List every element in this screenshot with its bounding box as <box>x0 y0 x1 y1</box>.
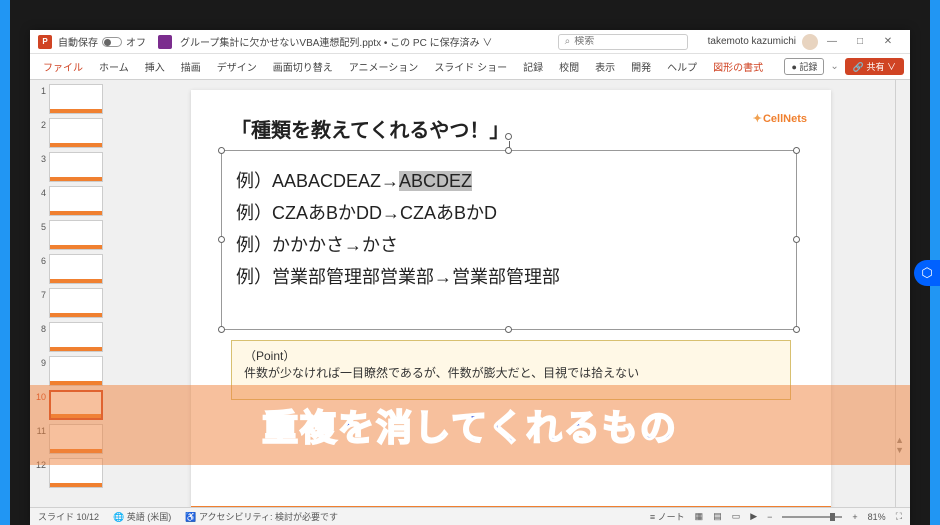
dropbox-badge[interactable]: ⬡ <box>914 260 940 286</box>
example-line[interactable]: 例）かかかさ→かさ <box>236 231 782 257</box>
zoom-in-button[interactable]: + <box>852 512 857 522</box>
share-button[interactable]: 🔗 共有 ∨ <box>845 58 904 75</box>
slide-position[interactable]: スライド 10/12 <box>38 510 99 523</box>
ribbon-tab[interactable]: 開発 <box>624 56 658 77</box>
resize-handle[interactable] <box>793 326 800 333</box>
slide-thumbnail[interactable]: 2 <box>32 118 110 148</box>
example-line[interactable]: 例）AABACDEAZ→ABCDEZ <box>236 167 782 193</box>
fit-window-icon[interactable]: ⛶ <box>896 511 902 522</box>
powerpoint-icon: P <box>38 35 52 49</box>
zoom-slider[interactable] <box>782 516 842 518</box>
resize-handle[interactable] <box>793 236 800 243</box>
titlebar: P 自動保存 オフ グループ集計に欠かせないVBA連想配列.pptx • この … <box>30 30 910 54</box>
autosave-label: 自動保存 <box>58 34 98 49</box>
ribbon-tab[interactable]: スライド ショー <box>427 56 514 77</box>
resize-handle[interactable] <box>793 147 800 154</box>
resize-handle[interactable] <box>218 147 225 154</box>
ribbon-tab[interactable]: 表示 <box>588 56 622 77</box>
ribbon-tab[interactable]: 画面切り替え <box>266 56 340 77</box>
slide-thumbnail[interactable]: 4 <box>32 186 110 216</box>
view-slideshow-icon[interactable]: ▶ <box>750 511 757 522</box>
ribbon-tab[interactable]: ファイル <box>36 56 90 77</box>
ribbon-tab[interactable]: デザイン <box>210 56 264 77</box>
resize-handle[interactable] <box>505 326 512 333</box>
ribbon-tab[interactable]: ホーム <box>92 56 136 77</box>
slide-thumbnail[interactable]: 3 <box>32 152 110 182</box>
rotate-handle-icon[interactable] <box>505 133 512 140</box>
avatar[interactable] <box>802 34 818 50</box>
ribbon-tab[interactable]: 校閲 <box>552 56 586 77</box>
view-sorter-icon[interactable]: ▤ <box>713 511 722 522</box>
slide-thumbnail[interactable]: 5 <box>32 220 110 250</box>
resize-handle[interactable] <box>218 326 225 333</box>
caption-text: 重複を消してくれるもの <box>262 399 678 451</box>
minimize-button[interactable]: — <box>818 30 846 53</box>
toggle-switch-icon[interactable] <box>102 37 122 47</box>
zoom-out-button[interactable]: − <box>767 512 772 522</box>
slide-title: 「種類を教えてくれるやつ！」 <box>231 114 509 143</box>
slide-footer-bar <box>191 506 831 507</box>
record-button[interactable]: ● 記録 <box>784 58 824 75</box>
logo: CellNets <box>753 112 807 125</box>
qat-icon[interactable] <box>158 35 172 49</box>
resize-handle[interactable] <box>218 236 225 243</box>
slide-thumbnail[interactable]: 1 <box>32 84 110 114</box>
document-title[interactable]: グループ集計に欠かせないVBA連想配列.pptx • この PC に保存済み ∨ <box>176 34 538 49</box>
resize-handle[interactable] <box>505 147 512 154</box>
close-button[interactable]: ✕ <box>874 30 902 53</box>
ribbon-tab[interactable]: 図形の書式 <box>706 56 770 77</box>
ribbon-tabs: ファイルホーム挿入描画デザイン画面切り替えアニメーションスライド ショー記録校閲… <box>30 54 910 80</box>
video-caption-overlay: 重複を消してくれるもの <box>30 385 910 465</box>
slide-thumbnail[interactable]: 7 <box>32 288 110 318</box>
view-reading-icon[interactable]: ▭ <box>732 511 741 522</box>
example-line[interactable]: 例）CZAあBかDD→CZAあBかD <box>236 199 782 225</box>
ribbon-tab[interactable]: ヘルプ <box>660 56 704 77</box>
accessibility-status[interactable]: ♿ アクセシビリティ: 検討が必要です <box>185 510 338 523</box>
example-line[interactable]: 例）営業部管理部営業部→営業部管理部 <box>236 263 782 289</box>
point-body: 件数が少なければ一目瞭然であるが、件数が膨大だと、目視では拾えない <box>244 364 778 381</box>
ribbon-tab[interactable]: 記録 <box>516 56 550 77</box>
notes-button[interactable]: ≡ ノート <box>650 510 685 523</box>
slide-thumbnail[interactable]: 8 <box>32 322 110 352</box>
status-bar: スライド 10/12 🌐 英語 (米国) ♿ アクセシビリティ: 検討が必要です… <box>30 507 910 525</box>
ribbon-tab[interactable]: 挿入 <box>138 56 172 77</box>
username: takemoto kazumichi <box>708 36 796 47</box>
autosave-state: オフ <box>126 34 146 49</box>
search-input[interactable] <box>574 36 680 47</box>
search-box[interactable]: ⌕ <box>558 34 688 50</box>
autosave-toggle[interactable]: 自動保存 オフ <box>58 34 146 49</box>
slide-thumbnail[interactable]: 6 <box>32 254 110 284</box>
account-area[interactable]: takemoto kazumichi <box>708 34 818 50</box>
ribbon-tab[interactable]: 描画 <box>174 56 208 77</box>
point-label: （Point） <box>244 347 778 364</box>
maximize-button[interactable]: □ <box>846 30 874 53</box>
ribbon-tab[interactable]: アニメーション <box>342 56 426 77</box>
selected-textbox[interactable]: 例）AABACDEAZ→ABCDEZ 例）CZAあBかDD→CZAあBかD 例）かか… <box>221 150 797 330</box>
view-normal-icon[interactable]: ▦ <box>695 511 704 522</box>
zoom-level[interactable]: 81% <box>868 512 886 522</box>
language-status[interactable]: 🌐 英語 (米国) <box>113 510 171 523</box>
search-icon: ⌕ <box>565 36 571 47</box>
slide-thumbnail[interactable]: 9 <box>32 356 110 386</box>
ribbon-caret-icon[interactable]: ⌄ <box>830 61 838 72</box>
